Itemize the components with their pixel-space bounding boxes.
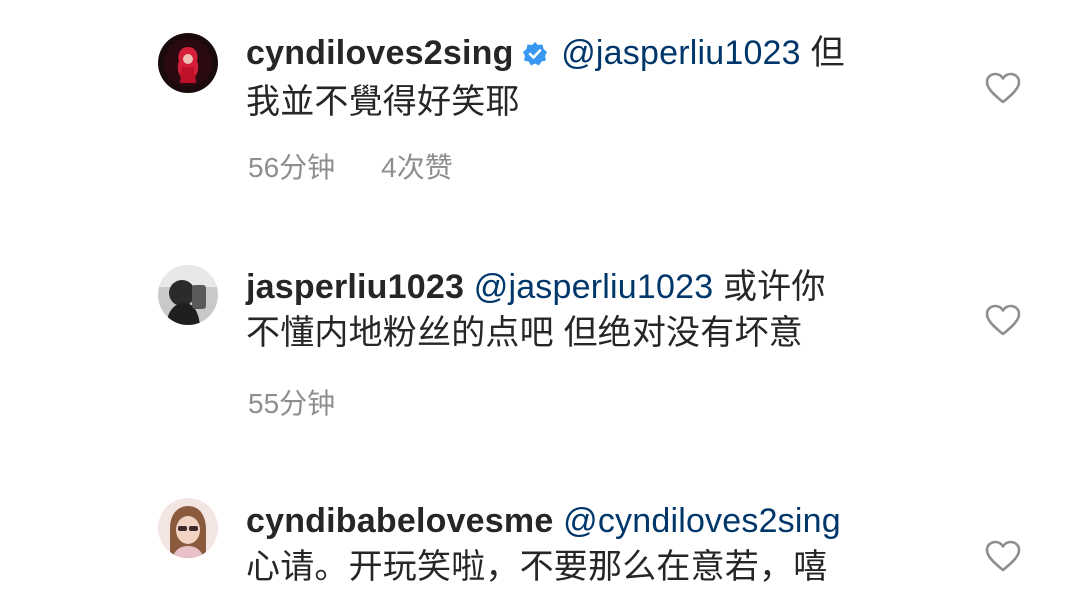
comment-body: 或许你 bbox=[722, 268, 826, 306]
comment-text: jasperliu1023 @jasperliu1023 或许你 不懂内地粉丝的… bbox=[246, 264, 926, 356]
comment-mention[interactable]: @jasperliu1023 bbox=[474, 268, 714, 306]
heart-icon[interactable] bbox=[985, 540, 1021, 572]
comment-username[interactable]: cyndibabelovesme bbox=[246, 502, 553, 540]
comment-text: cyndiloves2sing @jasperliu1023 但 我並不覺得好笑… bbox=[246, 30, 926, 125]
comment-body-line: 不懂内地粉丝的点吧 但绝对没有坏意 bbox=[246, 314, 803, 352]
comment-mention[interactable]: @cyndiloves2sing bbox=[563, 502, 841, 540]
comment-likes[interactable]: 4次赞 bbox=[381, 152, 453, 183]
comment-time: 56分钟 bbox=[248, 152, 336, 183]
avatar[interactable] bbox=[158, 33, 218, 93]
comment-mention[interactable]: @jasperliu1023 bbox=[561, 34, 801, 72]
comment-text: cyndibabelovesme @cyndiloves2sing 心请。开玩笑… bbox=[246, 498, 926, 590]
verified-badge-icon bbox=[522, 33, 548, 79]
heart-icon[interactable] bbox=[985, 304, 1021, 336]
heart-icon[interactable] bbox=[985, 72, 1021, 104]
comment-body-line: 我並不覺得好笑耶 bbox=[246, 83, 520, 121]
comment-username[interactable]: jasperliu1023 bbox=[246, 268, 464, 306]
comment-time: 55分钟 bbox=[248, 388, 336, 419]
comment-body: 但 bbox=[810, 34, 845, 72]
comment-username[interactable]: cyndiloves2sing bbox=[246, 34, 514, 72]
avatar[interactable] bbox=[158, 498, 218, 558]
avatar[interactable] bbox=[158, 265, 218, 325]
comment-meta: 56分钟 4次赞 bbox=[248, 146, 499, 186]
comment-body-line: 心请。开玩笑啦，不要那么在意若，嘻 bbox=[246, 548, 828, 586]
comment-meta: 55分钟 bbox=[248, 382, 381, 422]
